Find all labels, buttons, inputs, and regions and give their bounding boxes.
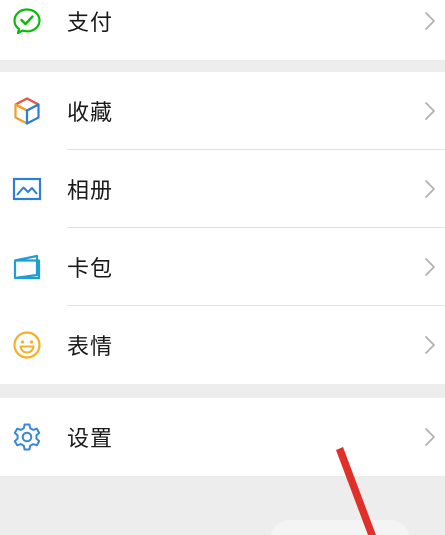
me-page: 支付 收藏 相册 卡包 表情 设置 bbox=[0, 0, 445, 535]
wechat-pay-icon bbox=[11, 5, 43, 37]
menu-item-label: 相册 bbox=[67, 179, 114, 204]
menu-item-label: 卡包 bbox=[67, 257, 114, 282]
emoji-smile-icon bbox=[11, 329, 43, 361]
album-picture-icon bbox=[11, 173, 43, 205]
pay-section: 支付 bbox=[0, 0, 445, 60]
menu-item-pay[interactable]: 支付 bbox=[0, 0, 445, 60]
chevron-right-icon bbox=[423, 100, 437, 122]
settings-section: 设置 bbox=[0, 398, 445, 476]
menu-item-label: 设置 bbox=[67, 427, 114, 452]
chevron-right-icon bbox=[423, 334, 437, 356]
menu-item-album[interactable]: 相册 bbox=[0, 150, 445, 228]
menu-item-cards[interactable]: 卡包 bbox=[0, 228, 445, 306]
favorites-cube-icon bbox=[11, 95, 43, 127]
menu-item-settings[interactable]: 设置 bbox=[0, 398, 445, 476]
chevron-right-icon bbox=[423, 426, 437, 448]
features-section: 收藏 相册 卡包 表情 bbox=[0, 72, 445, 384]
chevron-right-icon bbox=[423, 178, 437, 200]
menu-item-stickers[interactable]: 表情 bbox=[0, 306, 445, 384]
menu-item-favorites[interactable]: 收藏 bbox=[0, 72, 445, 150]
settings-gear-icon bbox=[11, 421, 43, 453]
menu-item-label: 表情 bbox=[67, 335, 114, 360]
card-wallet-icon bbox=[11, 251, 43, 283]
menu-item-label: 收藏 bbox=[67, 101, 114, 126]
chevron-right-icon bbox=[423, 10, 437, 32]
chevron-right-icon bbox=[423, 256, 437, 278]
menu-item-label: 支付 bbox=[67, 11, 114, 36]
bottom-bar-element bbox=[270, 520, 410, 535]
